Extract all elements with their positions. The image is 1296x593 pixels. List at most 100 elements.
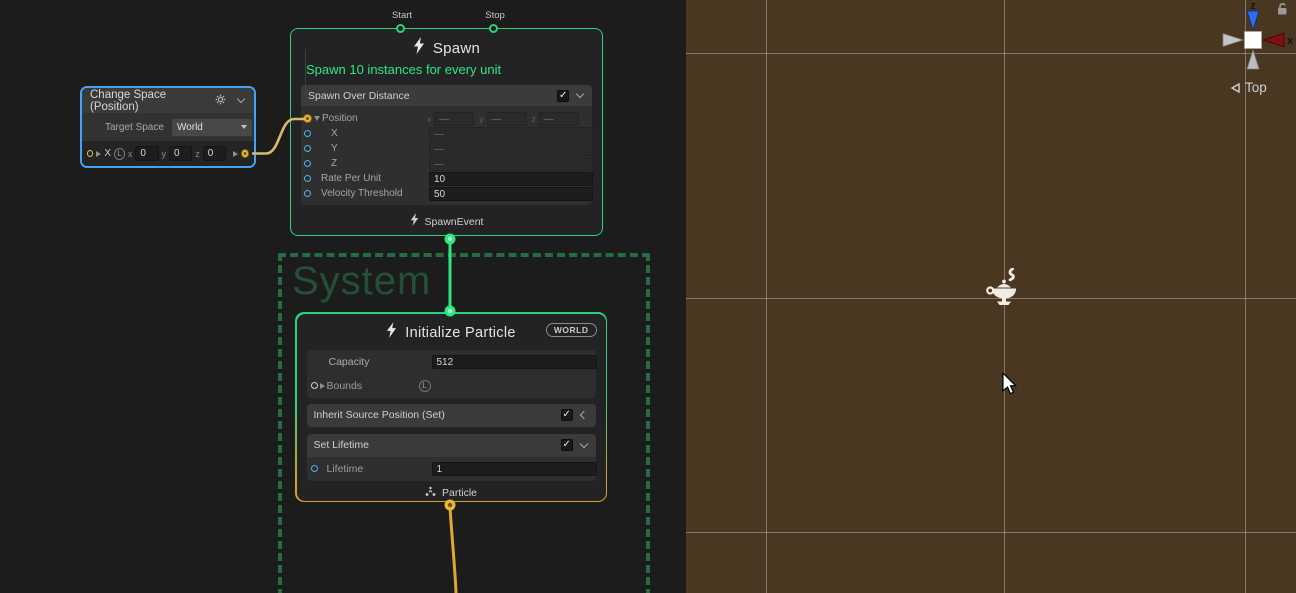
y-value-field[interactable]: 0 <box>169 146 192 161</box>
z-field[interactable]: — <box>539 112 579 126</box>
lock-icon[interactable] <box>1276 2 1290 21</box>
initialize-title: Initialize Particle <box>405 325 515 341</box>
spawn-output-row: SpawnEvent <box>291 213 602 231</box>
change-space-io-row: X L x 0 y 0 z 0 <box>82 141 254 166</box>
x-row-field[interactable]: — <box>429 127 593 141</box>
gizmo-bottom-axis-cone[interactable] <box>1247 50 1259 69</box>
lifetime-field[interactable]: 1 <box>432 462 597 476</box>
velocity-threshold-port[interactable] <box>304 190 311 197</box>
start-port-label: Start <box>392 10 412 21</box>
y-field[interactable]: — <box>487 112 527 126</box>
capacity-label: Capacity <box>329 356 370 368</box>
block-enabled-checkbox[interactable] <box>557 90 569 102</box>
rate-per-unit-port[interactable] <box>304 175 311 182</box>
scene-view[interactable] <box>686 0 1296 593</box>
expander-icon[interactable] <box>320 383 325 389</box>
x-port[interactable] <box>304 130 311 137</box>
y-port[interactable] <box>304 145 311 152</box>
z-value-field[interactable]: 0 <box>203 146 226 161</box>
gizmo-x-axis-cone[interactable] <box>1263 33 1284 47</box>
lifetime-row: Lifetime 1 <box>307 457 596 481</box>
lifetime-label: Lifetime <box>327 463 364 475</box>
block-enabled-checkbox[interactable] <box>561 409 573 421</box>
indent-guide <box>305 49 306 93</box>
start-flow-port[interactable]: Start <box>396 24 405 33</box>
spawn-node-header[interactable]: Spawn <box>291 29 602 59</box>
target-space-label: Target Space <box>105 122 164 133</box>
bounds-row: Bounds L <box>307 374 596 398</box>
system-group-title[interactable]: System <box>292 259 431 304</box>
z-port[interactable] <box>304 160 311 167</box>
spawn-event-label: SpawnEvent <box>425 216 484 228</box>
rate-per-unit-field[interactable]: 10 <box>429 172 593 186</box>
expander-icon[interactable] <box>96 151 101 157</box>
world-space-badge[interactable]: WORLD <box>546 323 597 337</box>
set-lifetime-block[interactable]: Set Lifetime Lifetime 1 <box>307 434 596 481</box>
x-row-label: X <box>331 128 338 139</box>
inherit-block-title: Inherit Source Position (Set) <box>314 409 445 421</box>
vfx-graph-canvas[interactable]: System Change Space (Position) Target Sp… <box>0 0 686 593</box>
block-enabled-checkbox[interactable] <box>561 439 573 451</box>
y-axis-label: y <box>162 149 167 159</box>
lightning-icon <box>413 37 425 59</box>
chevron-down-icon[interactable] <box>576 90 584 98</box>
target-space-row: Target Space World <box>82 113 254 141</box>
grid-line <box>766 0 767 593</box>
change-space-node[interactable]: Change Space (Position) Target Space Wor… <box>80 86 256 168</box>
velocity-threshold-field[interactable]: 50 <box>429 187 593 201</box>
lifetime-port[interactable] <box>311 465 318 472</box>
stop-flow-port[interactable]: Stop <box>489 24 498 33</box>
view-orientation-label[interactable]: Top <box>1230 80 1267 95</box>
y-row-field[interactable]: — <box>429 142 593 156</box>
dropdown-caret-icon <box>241 125 247 129</box>
target-space-dropdown[interactable]: World <box>172 119 252 136</box>
initialize-particle-node[interactable]: Initialize Particle WORLD Capacity 512 B… <box>295 312 607 502</box>
x-value-field[interactable]: 0 <box>135 146 158 161</box>
spawn-over-distance-block[interactable]: Spawn Over Distance Position x— y— z— <box>301 85 592 205</box>
gizmo-center-cube[interactable] <box>1245 32 1262 49</box>
collapse-icon[interactable] <box>314 116 320 121</box>
set-lifetime-header[interactable]: Set Lifetime <box>307 434 596 457</box>
lightning-icon <box>410 213 419 231</box>
x-label: x <box>427 114 431 124</box>
input-port[interactable] <box>87 150 93 157</box>
inherit-source-position-block[interactable]: Inherit Source Position (Set) <box>307 404 596 427</box>
local-space-icon[interactable]: L <box>419 380 431 392</box>
chevron-down-icon[interactable] <box>579 439 587 447</box>
z-row-field[interactable]: — <box>429 157 593 171</box>
bounds-label: Bounds <box>327 380 363 392</box>
gizmo-left-axis-cone[interactable] <box>1223 34 1243 47</box>
gizmo-z-axis-cone[interactable] <box>1247 11 1259 30</box>
chevron-left-icon[interactable] <box>579 411 587 419</box>
view-label-text[interactable]: Top <box>1245 80 1267 95</box>
particle-icon <box>425 484 436 502</box>
change-space-header[interactable]: Change Space (Position) <box>82 88 254 113</box>
velocity-threshold-row: Velocity Threshold 50 <box>301 186 592 201</box>
x-subrow: X — <box>301 126 592 141</box>
output-port[interactable] <box>241 149 249 158</box>
stop-port-label: Stop <box>485 10 505 21</box>
spawn-context-node[interactable]: Start Stop Spawn Spawn 10 instances for … <box>290 28 603 236</box>
visual-effect-gizmo-icon[interactable] <box>985 268 1025 313</box>
bounds-port[interactable] <box>311 382 318 389</box>
output-expander-icon[interactable] <box>233 151 238 157</box>
vfx-editor-window: System Change Space (Position) Target Sp… <box>0 0 1296 593</box>
target-space-value: World <box>177 122 237 133</box>
position-xyz-fields: x— y— z— <box>427 112 579 126</box>
z-row-label: Z <box>331 158 337 169</box>
x-field[interactable]: — <box>434 112 474 126</box>
spawn-node-subtitle: Spawn 10 instances for every unit <box>306 62 602 77</box>
position-port[interactable] <box>303 114 312 123</box>
local-space-icon[interactable]: L <box>114 148 125 160</box>
input-label: X <box>104 148 111 159</box>
y-label: y <box>479 114 483 124</box>
gizmo-z-label: z <box>1250 0 1256 12</box>
capacity-field[interactable]: 512 <box>432 355 597 369</box>
set-lifetime-body: Lifetime 1 <box>307 457 596 481</box>
gear-icon[interactable] <box>215 92 226 110</box>
capacity-row: Capacity 512 <box>307 350 596 374</box>
spawn-over-distance-header[interactable]: Spawn Over Distance <box>301 85 592 106</box>
position-row: Position x— y— z— <box>301 111 592 126</box>
initialize-settings-block: Capacity 512 Bounds L <box>307 350 596 398</box>
chevron-down-icon[interactable] <box>237 95 245 103</box>
